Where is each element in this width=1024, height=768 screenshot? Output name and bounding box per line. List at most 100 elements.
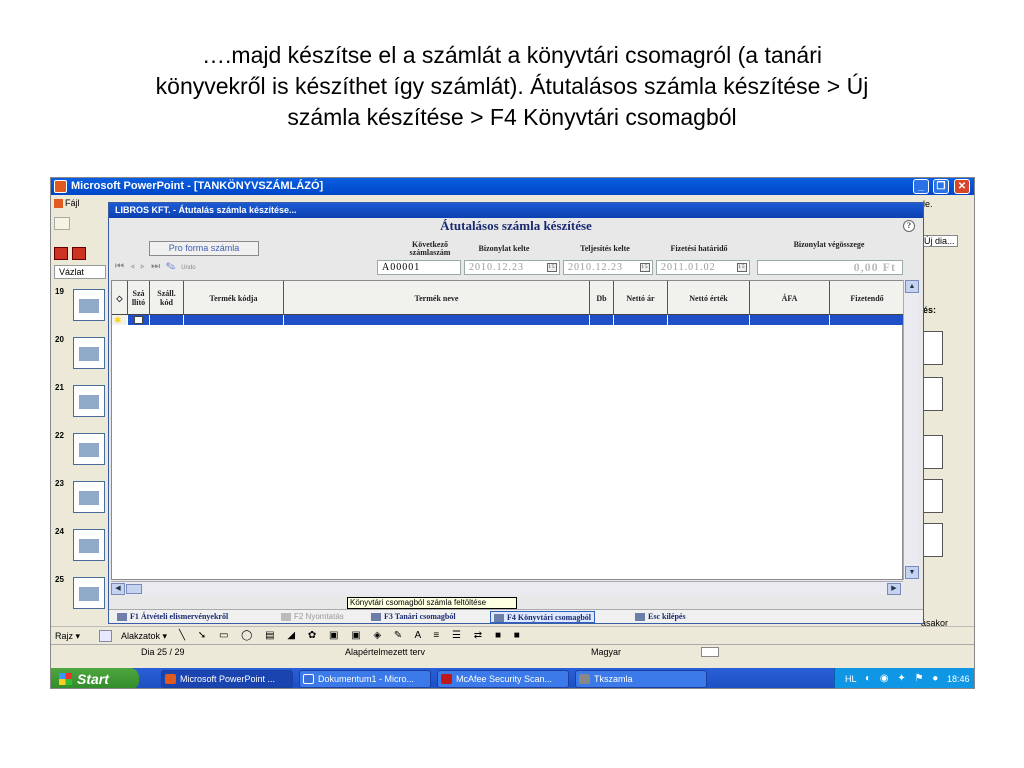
perf-date-field[interactable]: 2010.12.23 15 [563, 260, 653, 275]
f2-button[interactable]: F2 Nyomtatás [281, 611, 344, 623]
last-record-icon[interactable]: ⏭ [151, 261, 166, 272]
col-qty[interactable]: Db [590, 281, 614, 315]
col-vat[interactable]: ÁFA [750, 281, 830, 315]
draw-menu[interactable]: Rajz ▾ [55, 627, 80, 645]
autoshapes-menu[interactable]: Alakzatok ▾ [121, 627, 167, 645]
slide-thumbnail [73, 385, 105, 417]
chart-icon-2[interactable] [72, 247, 86, 260]
due-date-value: 2011.01.02 [661, 262, 716, 273]
f4-label: F4 Könyvtári csomagból [507, 613, 591, 622]
prev-record-icon[interactable]: ◃ [130, 261, 141, 272]
col-supplier[interactable]: Szá llító [128, 281, 150, 315]
tooltip: Könyvtári csomagból számla feltöltése [347, 597, 517, 609]
f4-button[interactable]: F4 Könyvtári csomagból [490, 611, 595, 623]
minimize-button[interactable]: _ [913, 179, 929, 194]
col-net-value[interactable]: Nettó érték [668, 281, 750, 315]
task-tkszamla[interactable]: Tkszamla [575, 670, 707, 688]
proforma-button[interactable]: Pro forma számla [149, 241, 259, 256]
grid-vertical-scrollbar[interactable]: ▲ ▼ [903, 280, 919, 580]
tab-outline[interactable]: Vázlat [54, 265, 106, 279]
task-word[interactable]: Dokumentum1 - Micro... [299, 670, 431, 688]
doc-date-label: Bizonylat kelte [478, 244, 530, 253]
powerpoint-titlebar: Microsoft PowerPoint - [TANKÖNYVSZÁMLÁZÓ… [51, 178, 974, 195]
spellcheck-icon[interactable] [701, 647, 719, 657]
layout-thumbnail[interactable] [921, 377, 943, 411]
tab-outline-label: Vázlat [59, 267, 85, 277]
undo-icon[interactable]: Undo [181, 265, 195, 271]
powerpoint-icon [165, 674, 176, 684]
layout-thumbnail[interactable] [921, 479, 943, 513]
layout-thumbnail[interactable] [921, 331, 943, 365]
eraser-icon: ◇ [116, 293, 123, 303]
layout-thumbnail[interactable] [921, 523, 943, 557]
slide-thumb-21[interactable]: 21 [53, 383, 109, 421]
slide-number: 21 [55, 383, 64, 392]
task-pane: le. Új dia... és: ásakor [919, 195, 974, 665]
help-icon[interactable]: ? [903, 220, 915, 232]
slide-thumbnail [73, 481, 105, 513]
restore-button[interactable]: ❐ [933, 179, 949, 194]
supplier-checkbox[interactable] [134, 316, 143, 324]
slide-thumb-24[interactable]: 24 [53, 527, 109, 565]
task-pane-text: le. [923, 199, 933, 209]
select-pointer-icon[interactable] [99, 630, 112, 642]
col-product-name[interactable]: Termék neve [284, 281, 590, 315]
slide-thumb-23[interactable]: 23 [53, 479, 109, 517]
scroll-right-icon[interactable]: ▶ [887, 583, 901, 595]
next-record-icon[interactable]: ▹ [141, 261, 152, 272]
chart-icon[interactable] [54, 247, 68, 260]
scroll-down-icon[interactable]: ▼ [905, 566, 919, 579]
grid-horizontal-scrollbar[interactable]: ◀ ▶ [111, 581, 903, 595]
mcafee-icon [441, 674, 452, 684]
slide-thumb-25[interactable]: 25 [53, 575, 109, 613]
doc-date-value: 2010.12.23 [469, 262, 524, 273]
scroll-up-icon[interactable]: ▲ [905, 280, 919, 293]
task-powerpoint[interactable]: Microsoft PowerPoint ... [161, 670, 293, 688]
f3-label: F3 Tanári csomagból [384, 612, 456, 621]
slide-thumb-19[interactable]: 19 [53, 287, 109, 325]
new-file-icon[interactable] [54, 217, 70, 230]
task-label: Tkszamla [594, 674, 633, 684]
function-key-bar: F1 Átvételi elismervényekről F2 Nyomtatá… [109, 609, 923, 623]
edit-icon[interactable]: ✎ [166, 261, 181, 272]
col-supplier-code[interactable]: Száll. kód [150, 281, 184, 315]
next-invoice-field[interactable]: A00001 [377, 260, 461, 275]
row-selector-header[interactable]: ◇ [112, 281, 128, 315]
col-payable[interactable]: Fizetendő [830, 281, 904, 315]
first-record-icon[interactable]: ⏮ [115, 261, 130, 272]
calendar-icon[interactable]: 15 [640, 263, 650, 272]
start-button[interactable]: Start [51, 668, 139, 688]
new-slide-button[interactable]: Új dia... [921, 235, 958, 247]
slide-number: 24 [55, 527, 64, 536]
design-name: Alapértelmezett terv [345, 647, 426, 657]
col-product-code[interactable]: Termék kódja [184, 281, 284, 315]
due-date-field[interactable]: 2011.01.02 15 [656, 260, 750, 275]
f3-button[interactable]: F3 Tanári csomagból [371, 611, 456, 623]
slide-thumb-20[interactable]: 20 [53, 335, 109, 373]
slide-thumb-22[interactable]: 22 [53, 431, 109, 469]
invoice-grid: ◇ Szá llító Száll. kód Termék kódja Term… [111, 280, 904, 580]
tray-icons[interactable]: ◐ ◉ ✦ ⚑ ● [865, 668, 941, 688]
esc-button[interactable]: Esc kilépés [635, 611, 686, 623]
scroll-thumb[interactable] [126, 584, 142, 594]
close-button[interactable]: ✕ [954, 179, 970, 194]
file-menu[interactable]: Fájl [54, 198, 80, 209]
doc-date-field[interactable]: 2010.12.23 15 [464, 260, 560, 275]
next-invoice-value: A00001 [382, 262, 421, 273]
shape-tools[interactable]: ╲ ➘ ▭ ◯ ▤ ◢ ✿ ▣ ▣ ◈ ✎ A ≡ ☰ ⇄ ■ ■ [179, 627, 525, 645]
arrow-icon [117, 613, 127, 622]
slide-thumbnail [73, 577, 105, 609]
layout-thumbnail[interactable] [921, 435, 943, 469]
calendar-icon[interactable]: 15 [547, 263, 557, 272]
slide-counter: Dia 25 / 29 [141, 647, 185, 657]
language-indicator[interactable]: HL [845, 668, 857, 688]
col-net-price[interactable]: Nettó ár [614, 281, 668, 315]
table-row[interactable] [112, 315, 904, 325]
task-mcafee[interactable]: McAfee Security Scan... [437, 670, 569, 688]
record-navigation[interactable]: ⏮◃▹⏭✎Undo [115, 261, 196, 272]
drawing-toolbar: Rajz ▾ Alakzatok ▾ ╲ ➘ ▭ ◯ ▤ ◢ ✿ ▣ ▣ ◈ ✎… [51, 626, 974, 645]
scroll-left-icon[interactable]: ◀ [111, 583, 125, 595]
calendar-icon[interactable]: 15 [737, 263, 747, 272]
esc-label: Esc kilépés [648, 612, 686, 621]
f1-button[interactable]: F1 Átvételi elismervényekről [117, 611, 228, 623]
